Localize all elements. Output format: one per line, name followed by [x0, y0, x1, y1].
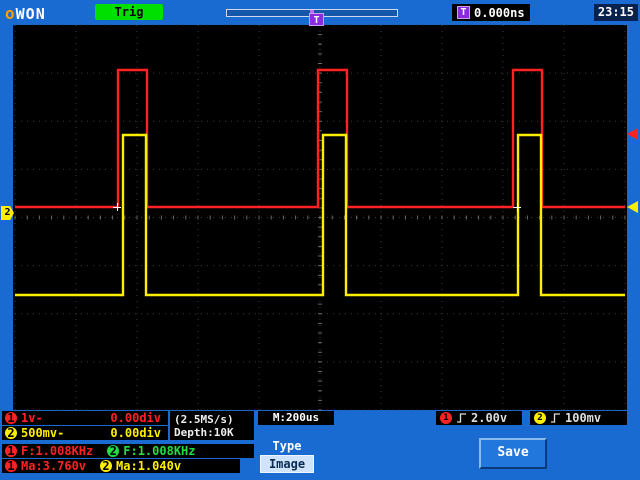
- ch1-scale: 1v-: [21, 411, 43, 425]
- ch1-max-badge: 1: [5, 460, 17, 472]
- ch2-position: 0.00div: [110, 426, 161, 440]
- ch2-max-measure: 2 Ma:1.040v: [100, 459, 181, 473]
- rising-edge-icon: [551, 413, 560, 423]
- ch1-max-measure: 1 Ma:3.760v: [5, 459, 86, 473]
- ch1-freq-badge: 1: [5, 445, 17, 457]
- save-button[interactable]: Save: [479, 438, 547, 469]
- ch1-trigger-level: 2.00v: [471, 411, 508, 425]
- max-measurements-strip: 1 Ma:3.760v 2 Ma:1.040v: [2, 459, 240, 473]
- ch1-freq-value: F:1.008KHz: [21, 444, 94, 458]
- menu-type-label: Type: [272, 439, 302, 453]
- ch2-freq-value: F:1.008KHz: [123, 444, 196, 458]
- ch2-scale-strip: 2 500mv- 0.00div: [2, 426, 168, 440]
- ch2-max-badge: 2: [100, 460, 113, 472]
- ch1-freq-measure: 1 F:1.008KHz: [5, 444, 93, 458]
- clock: 23:15: [593, 4, 638, 21]
- ch2-trigger-level: 100mv: [565, 411, 602, 425]
- ch1-max-value: Ma:3.760v: [21, 459, 87, 473]
- ch2-trigger-level-marker[interactable]: [627, 201, 638, 213]
- trigger-time-value: 0.000ns: [474, 5, 525, 20]
- owon-logo: oWON: [5, 4, 46, 23]
- ch2-scale: 500mv-: [21, 426, 65, 440]
- owon-logo-o: o: [5, 4, 16, 23]
- rising-edge-icon: [457, 413, 466, 423]
- memory-depth: Depth:10K: [174, 425, 234, 439]
- freq-measurements-strip: 1 F:1.008KHz 2 F:1.008KHz: [2, 444, 254, 458]
- menu-image-button[interactable]: Image: [260, 455, 314, 473]
- sample-rate: (2.5MS/s): [174, 412, 234, 426]
- trigger-time-icon: T: [457, 6, 470, 19]
- trigger-time-readout: T 0.000ns: [452, 4, 530, 21]
- ch1-trigger-readout: 1 2.00v: [436, 411, 522, 425]
- ch1-position: 0.00div: [110, 411, 161, 425]
- ch2-trigger-readout: 2 100mv: [530, 411, 627, 425]
- trigger-status-badge: Trig: [95, 4, 163, 20]
- timebase-readout: M:200us: [258, 411, 334, 425]
- ch2-max-value: Ma:1.040v: [116, 459, 182, 473]
- ch1-trigger-level-marker[interactable]: [627, 128, 638, 140]
- trigger-position-marker[interactable]: T: [309, 13, 324, 26]
- ch1-trigger-badge: 1: [440, 412, 452, 424]
- ch2-freq-badge: 2: [107, 445, 120, 457]
- acquisition-box: (2.5MS/s) Depth:10K: [170, 411, 254, 440]
- ch1-badge: 1: [5, 412, 17, 424]
- ch2-badge: 2: [5, 427, 17, 439]
- ch1-scale-strip: 1 1v- 0.00div: [2, 411, 168, 425]
- ch2-trigger-badge: 2: [534, 412, 546, 424]
- oscilloscope-ui: oWON Trig T T 0.000ns 23:15 2 1 1v- 0.00…: [0, 0, 640, 480]
- ch2-freq-measure: 2 F:1.008KHz: [107, 444, 196, 458]
- waveform-screen: [13, 24, 627, 411]
- owon-logo-text: WON: [15, 5, 46, 23]
